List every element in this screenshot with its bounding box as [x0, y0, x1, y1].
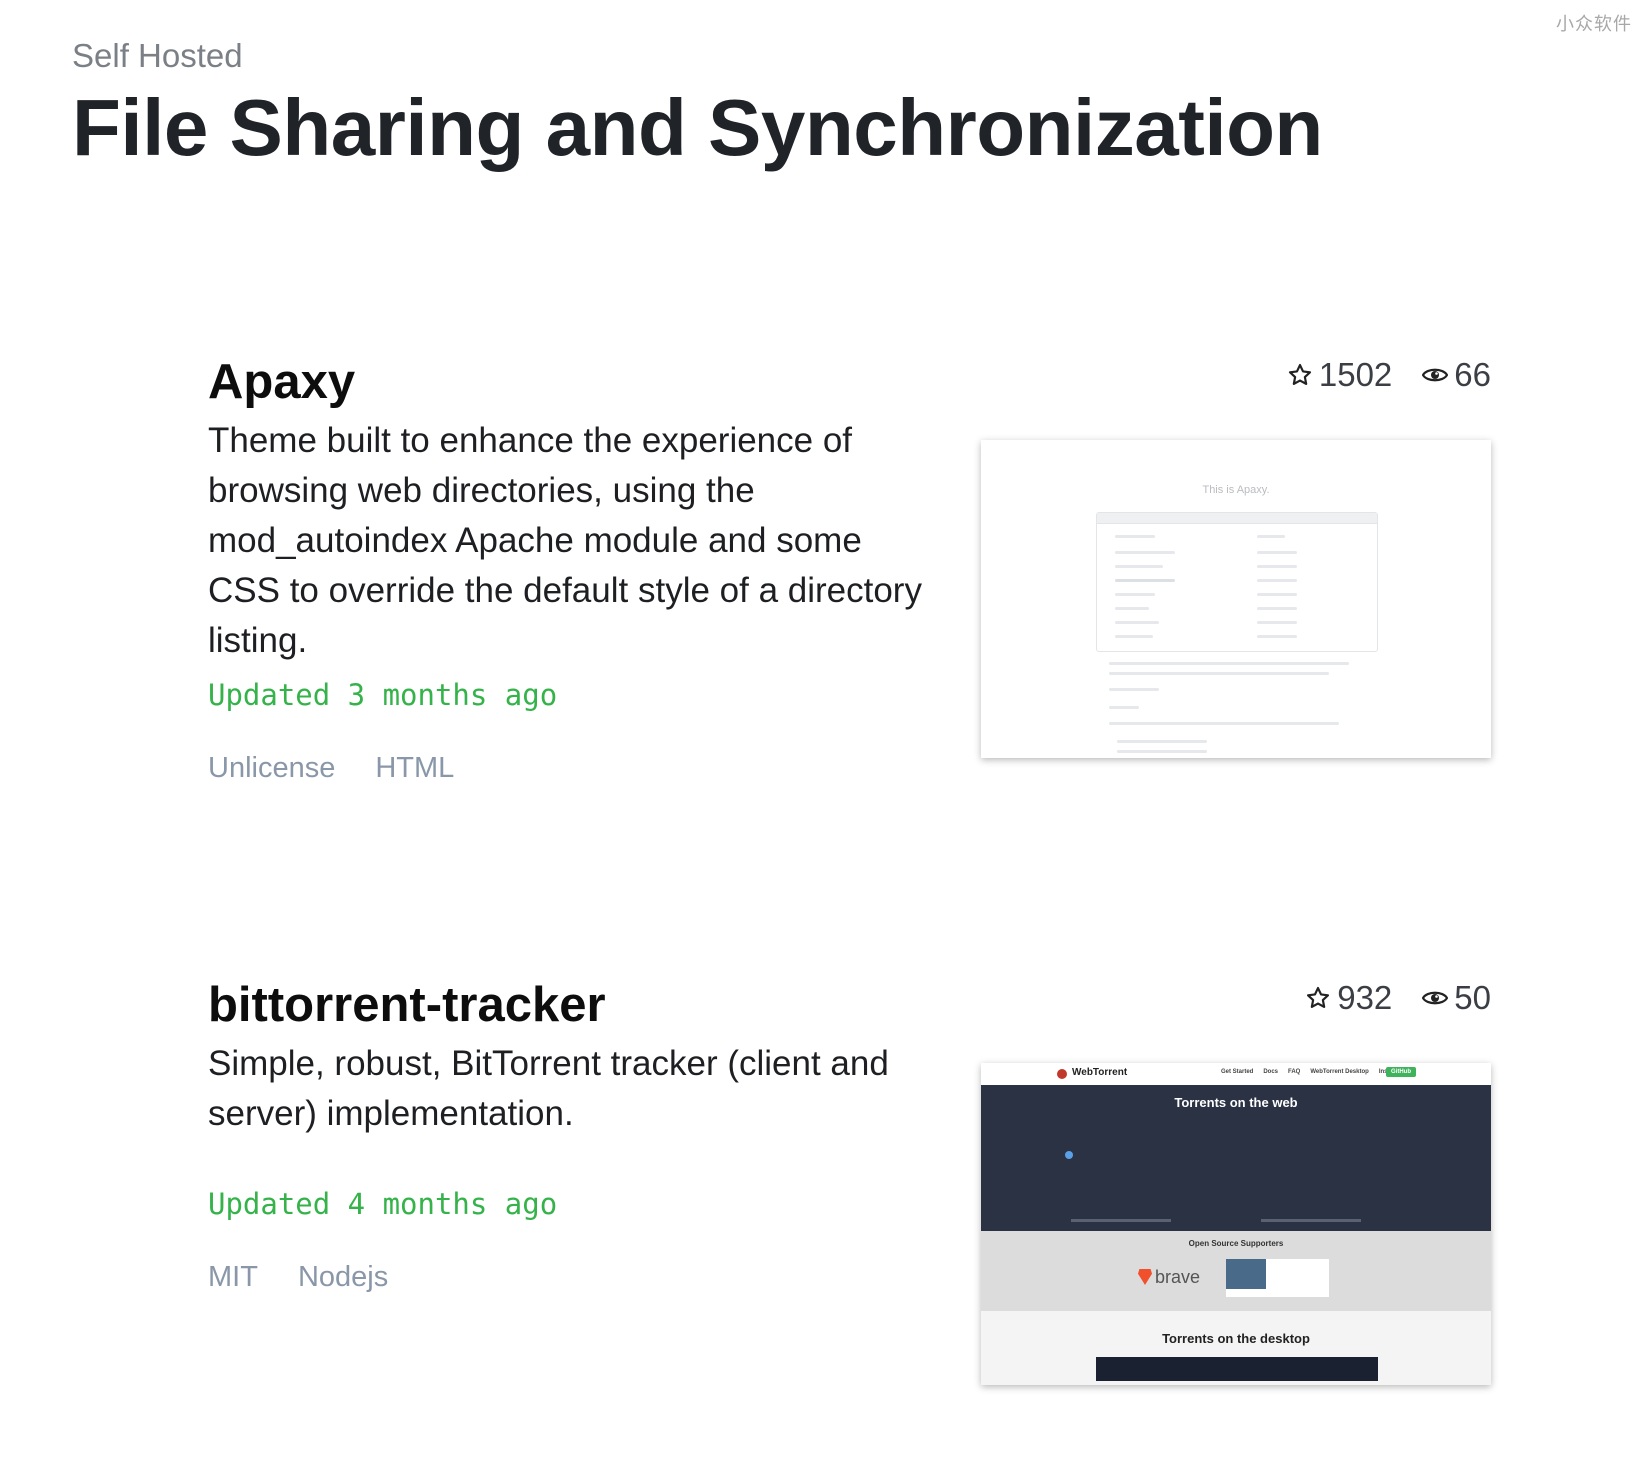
- preview-row: [1257, 579, 1297, 582]
- preview-row: [1257, 621, 1297, 624]
- star-outline-icon: [1288, 363, 1311, 385]
- preview-desktop-window: [1096, 1357, 1378, 1381]
- page-header: Self Hosted File Sharing and Synchroniza…: [72, 36, 1323, 176]
- preview-ad: [1226, 1259, 1329, 1297]
- preview-nav-links: Get Started Docs FAQ WebTorrent Desktop …: [1221, 1069, 1405, 1075]
- preview-nav-item: Docs: [1263, 1069, 1279, 1075]
- webtorrent-logo-icon: [1057, 1069, 1067, 1079]
- updated-timestamp: Updated 3 months ago: [208, 678, 558, 712]
- project-name-link[interactable]: bittorrent-tracker: [208, 975, 606, 1035]
- preview-row: [1257, 535, 1285, 538]
- stars-stat: 1502: [1287, 356, 1392, 394]
- preview-brand: WebTorrent: [1072, 1067, 1128, 1078]
- language-tag[interactable]: HTML: [375, 752, 454, 785]
- preview-github-button: GitHub: [1386, 1067, 1416, 1077]
- preview-hero-title: Torrents on the web: [1174, 1095, 1298, 1110]
- preview-text-line: [1109, 722, 1339, 725]
- brave-logo-icon: [1138, 1269, 1152, 1285]
- project-description: Theme built to enhance the experience of…: [208, 421, 922, 660]
- preview-row: [1257, 593, 1297, 596]
- preview-row: [1115, 635, 1153, 638]
- watchers-count: 50: [1454, 979, 1491, 1016]
- preview-row: [1115, 535, 1155, 538]
- project-description: Simple, robust, BitTorrent tracker (clie…: [208, 1044, 889, 1133]
- preview-desktop-title: Torrents on the desktop: [1162, 1331, 1310, 1346]
- project-screenshot[interactable]: This is Apaxy.: [981, 440, 1491, 758]
- updated-timestamp: Updated 4 months ago: [208, 1187, 558, 1221]
- preview-window-bar: [1097, 513, 1377, 524]
- category-label: Self Hosted: [72, 37, 243, 74]
- project-screenshot[interactable]: WebTorrent Get Started Docs FAQ WebTorre…: [981, 1063, 1491, 1385]
- eye-icon: [1422, 368, 1449, 382]
- preview-row: [1257, 635, 1297, 638]
- watchers-stat: 66: [1422, 356, 1491, 394]
- preview-text-line: [1109, 662, 1349, 665]
- project-tags: MIT Nodejs: [208, 1261, 388, 1294]
- preview-caption: This is Apaxy.: [1202, 484, 1270, 496]
- preview-text-line: [1109, 706, 1139, 709]
- project-card: bittorrent-tracker 932 50 Simple, robust…: [208, 975, 1491, 1415]
- preview-nav-item: FAQ: [1288, 1069, 1301, 1075]
- preview-row: [1115, 551, 1175, 554]
- preview-row: [1115, 621, 1159, 624]
- preview-row: [1115, 565, 1163, 568]
- peer-node-icon: [1065, 1151, 1073, 1159]
- language-tag[interactable]: Nodejs: [298, 1261, 388, 1294]
- preview-text-line: [1109, 672, 1329, 675]
- watchers-stat: 50: [1422, 979, 1491, 1017]
- project-card: Apaxy 1502 66 Theme built to enhance the…: [208, 352, 1491, 785]
- preview-nav-item: WebTorrent Desktop: [1310, 1069, 1369, 1075]
- preview-row: [1257, 607, 1297, 610]
- preview-nav-item: Get Started: [1221, 1069, 1254, 1075]
- preview-directory-window: [1096, 512, 1378, 652]
- stars-count: 932: [1337, 979, 1393, 1016]
- project-name-link[interactable]: Apaxy: [208, 352, 355, 412]
- watermark: 小众软件: [1556, 14, 1632, 35]
- star-outline-icon: [1307, 986, 1330, 1008]
- preview-ad-image: [1226, 1259, 1266, 1289]
- project-stats: 932 50: [1305, 979, 1491, 1017]
- project-stats: 1502 66: [1287, 356, 1491, 394]
- page-title: File Sharing and Synchronization: [72, 83, 1323, 172]
- preview-supporters: Open Source Supporters brave: [981, 1231, 1491, 1311]
- license-tag[interactable]: Unlicense: [208, 752, 335, 785]
- eye-icon: [1422, 991, 1449, 1005]
- preview-supporter-name: brave: [1155, 1267, 1201, 1287]
- license-tag[interactable]: MIT: [208, 1261, 258, 1294]
- project-tags: Unlicense HTML: [208, 752, 454, 785]
- preview-text-line: [1109, 688, 1159, 691]
- stars-count: 1502: [1318, 356, 1393, 393]
- preview-status-line: [1261, 1219, 1361, 1222]
- preview-row: [1115, 607, 1149, 610]
- preview-row: [1115, 579, 1175, 582]
- preview-supporters-title: Open Source Supporters: [1188, 1239, 1284, 1248]
- preview-navbar: WebTorrent Get Started Docs FAQ WebTorre…: [981, 1063, 1491, 1085]
- preview-hero: Torrents on the web: [981, 1085, 1491, 1231]
- preview-status-line: [1071, 1219, 1171, 1222]
- preview-row: [1257, 551, 1297, 554]
- watchers-count: 66: [1454, 356, 1491, 393]
- preview-row: [1115, 593, 1155, 596]
- preview-row: [1257, 565, 1297, 568]
- preview-text-line: [1117, 750, 1207, 753]
- stars-stat: 932: [1305, 979, 1392, 1017]
- preview-text-line: [1117, 740, 1207, 743]
